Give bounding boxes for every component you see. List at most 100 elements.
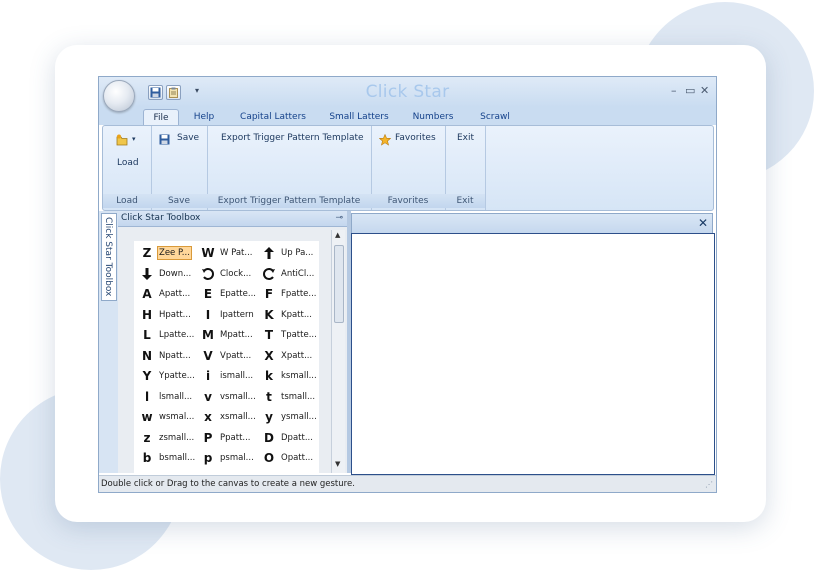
toolbox-item-label: bsmall... [159,453,196,463]
tab-scrawl[interactable]: Scrawl [475,109,515,125]
toolbox-item-label: Zee P... [157,246,192,260]
anticlockwise-icon [262,267,276,281]
tab-small-latters[interactable]: Small Latters [327,109,391,125]
toolbox-item[interactable]: M Mpatt... [198,325,260,345]
toolbox-item[interactable]: b bsmall... [137,448,199,468]
toolbox-item[interactable]: y ysmall... [259,407,319,427]
toolbox-item-label: xsmall... [220,412,256,422]
save-button-label: Save [177,133,200,143]
toolbox-item[interactable]: K Kpatt... [259,305,319,325]
application-orb-button[interactable] [103,80,135,112]
maximize-button[interactable]: ▭ [685,84,695,97]
status-text: Double click or Drag to the canvas to cr… [101,479,355,489]
save-icon [159,134,170,145]
tab-capital-latters[interactable]: Capital Latters [237,109,309,125]
toolbox-item[interactable]: x xsmall... [198,407,260,427]
pattern-glyph-icon: b [142,451,152,465]
export-template-button[interactable]: Export Trigger Pattern Template [221,133,366,147]
toolbox-item-label: AntiCl... [281,268,315,279]
quick-access-more-icon[interactable]: ▾ [195,86,199,95]
toolbox-item[interactable]: p psmal... [198,448,260,468]
side-tab-label: Click Star Toolbox [103,217,113,297]
minimize-button[interactable]: – [671,84,677,97]
ribbon-group-label: Load [103,194,151,208]
toolbox-item[interactable]: H Hpatt... [137,305,199,325]
toolbox-item[interactable]: Clock... [198,264,260,284]
pattern-glyph-icon: N [141,348,153,363]
scroll-down-icon[interactable]: ▼ [335,460,340,468]
title-bar: Click Star ▾ – ▭ ✕ [99,77,716,107]
toolbox-item[interactable]: Up Pa... [259,243,319,263]
toolbox-item[interactable]: F Fpatte... [259,284,319,304]
favorites-button[interactable]: Favorites [379,133,443,147]
pin-icon[interactable]: ⊸ [335,211,343,226]
pattern-glyph-icon: Z [142,246,152,260]
toolbox-item[interactable]: t tsmall... [259,387,319,407]
resize-grip-icon[interactable]: ⋰ [705,476,713,492]
toolbox-item[interactable]: Down... [137,264,199,284]
toolbox-item[interactable]: Y Ypatte... [137,366,199,386]
canvas-header: ✕ [351,213,713,234]
toolbox-item-label: ysmall... [281,412,317,422]
toolbox-item[interactable]: A Apatt... [137,284,199,304]
toolbox-item[interactable]: v vsmall... [198,387,260,407]
scrollbar-thumb[interactable] [334,245,344,323]
toolbox-item[interactable]: l lsmall... [137,387,199,407]
toolbox-item[interactable]: O Opatt... [259,448,319,468]
toolbox-item[interactable]: E Epatte... [198,284,260,304]
pattern-glyph-icon: Y [142,369,152,383]
toolbox-item[interactable]: X Xpatt... [259,346,319,366]
close-icon[interactable]: ✕ [698,216,708,230]
save-button[interactable]: Save [159,133,203,147]
toolbox-item[interactable]: k ksmall... [259,366,319,386]
toolbox-item[interactable]: AntiCl... [259,264,319,284]
load-button[interactable]: ▾ Load [112,132,142,172]
toolbox-item-label: Epatte... [220,289,256,299]
toolbox-item-label: wsmal... [159,412,195,422]
gesture-canvas[interactable] [351,233,715,475]
app-window: Click Star ▾ – ▭ ✕ File Help Capital Lat… [98,76,717,493]
toolbox-item-label: Down... [159,268,192,279]
load-icon [116,134,128,146]
toolbox-item-label: Tpatte... [281,330,317,340]
toolbox-item-label: Ypatte... [159,371,195,381]
scroll-up-icon[interactable]: ▲ [335,231,340,239]
toolbox-item[interactable]: W W Pat... [198,243,260,263]
toolbox-item[interactable]: Z Zee P... [137,243,199,263]
toolbox-item[interactable]: P Ppatt... [198,428,260,448]
toolbox-item[interactable]: D Dpatt... [259,428,319,448]
star-icon [379,134,391,146]
ribbon-group-export: Export Trigger Pattern Template Export T… [207,126,372,210]
toolbox-item-label: Clock... [220,268,252,279]
toolbox-item[interactable]: L Lpatte... [137,325,199,345]
toolbox-item[interactable]: I Ipattern [198,305,260,325]
pattern-glyph-icon: v [204,389,212,404]
toolbox-item[interactable]: N Npatt... [137,346,199,366]
clipboard-icon[interactable] [166,85,181,100]
pattern-glyph-icon: t [266,389,272,404]
toolbox-grid: Z Zee P... W W Pat... Up Pa... Down... Clock..… [134,241,319,473]
tab-numbers[interactable]: Numbers [408,109,458,125]
toolbox-item[interactable]: T Tpatte... [259,325,319,345]
toolbox-item-label: Up Pa... [281,248,314,258]
pattern-glyph-icon: y [265,410,273,424]
toolbox-item-label: ksmall... [281,371,317,381]
toolbox-item[interactable]: z zsmall... [137,428,199,448]
close-window-button[interactable]: ✕ [700,84,709,97]
toolbox-item[interactable]: i ismall... [198,366,260,386]
toolbox-item[interactable]: V Vpatt... [198,346,260,366]
save-icon[interactable] [148,85,163,100]
exit-button[interactable]: Exit [457,133,483,147]
tab-file[interactable]: File [143,109,179,126]
toolbox-item-label: Apatt... [159,289,191,299]
toolbox-item[interactable]: w wsmal... [137,407,199,427]
toolbox-item-label: Fpatte... [281,289,317,299]
tab-help[interactable]: Help [188,109,220,125]
pattern-glyph-icon: V [203,348,213,363]
app-title: Click Star [365,82,450,102]
side-tab-toolbox[interactable]: Click Star Toolbox [101,213,117,301]
toolbox-scrollbar[interactable]: ▲ ▼ [331,230,345,473]
ribbon-group-load: ▾ Load Load [103,126,152,210]
load-button-label: Load [117,158,139,168]
ribbon-group-save: Save Save [151,126,208,210]
